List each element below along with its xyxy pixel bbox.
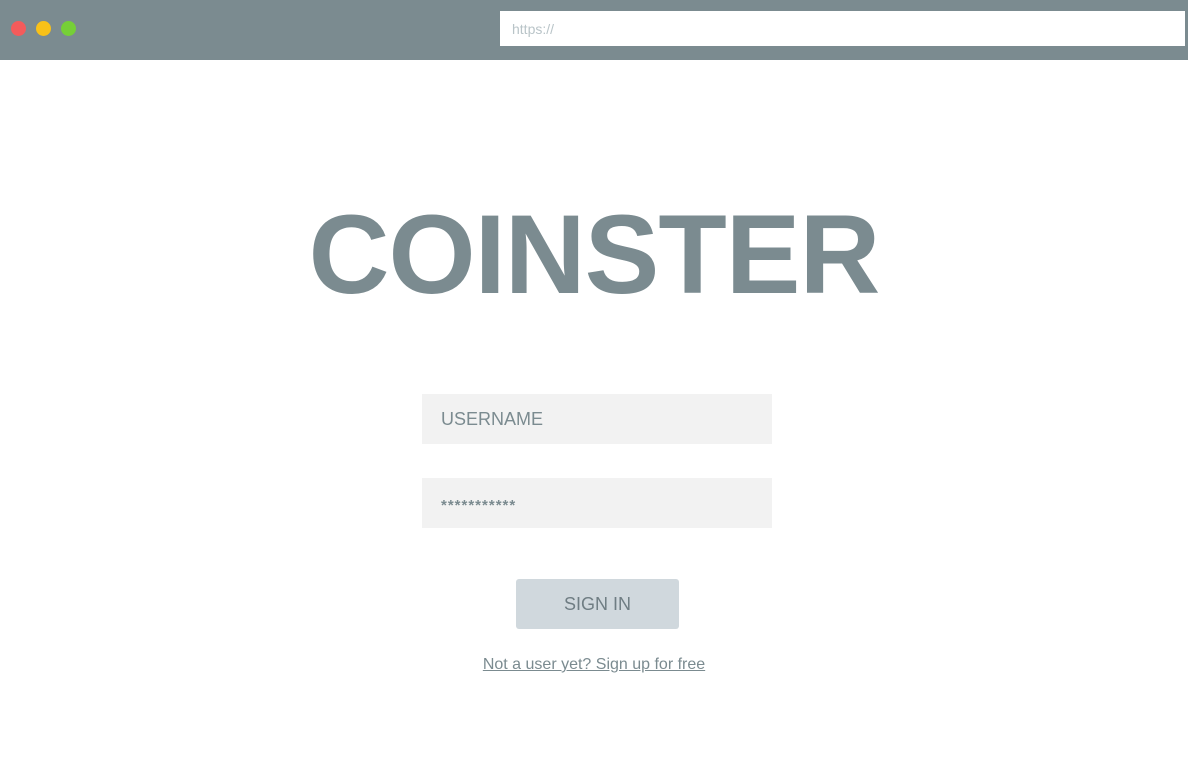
- username-input[interactable]: [422, 394, 772, 444]
- sign-in-button[interactable]: SIGN IN: [516, 579, 679, 629]
- browser-toolbar: [0, 0, 1188, 60]
- window-minimize-button[interactable]: [36, 21, 51, 36]
- app-logo: COINSTER: [308, 192, 881, 317]
- window-maximize-button[interactable]: [61, 21, 76, 36]
- window-close-button[interactable]: [11, 21, 26, 36]
- password-input[interactable]: [422, 478, 772, 528]
- address-bar-input[interactable]: [500, 11, 1185, 46]
- sign-up-link[interactable]: Not a user yet? Sign up for free: [0, 656, 1188, 674]
